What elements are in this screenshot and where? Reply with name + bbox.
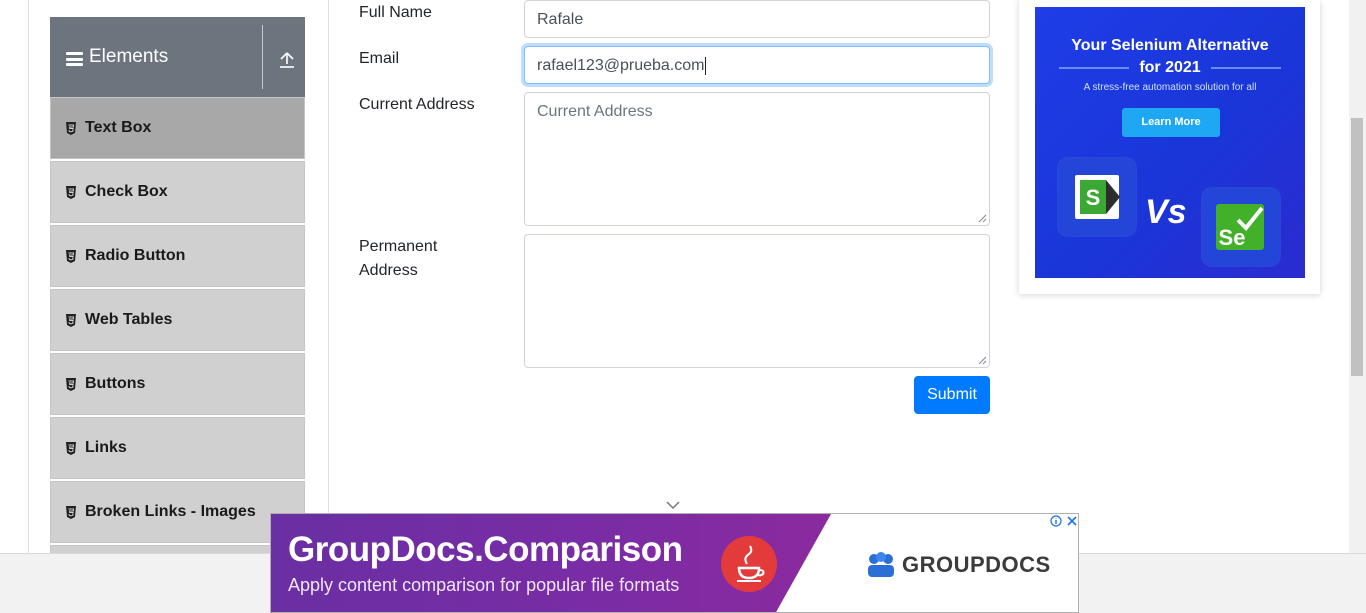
sidebar-item-label: Check Box <box>85 183 168 200</box>
groupdocs-logo-icon <box>868 552 894 577</box>
email-input[interactable]: rafael123@prueba.com <box>524 46 990 84</box>
html5-icon <box>66 505 76 519</box>
sidebar-item-broken-links[interactable]: Broken Links - Images <box>50 481 305 543</box>
selenium-logo-tile: Se <box>1202 188 1280 266</box>
java-icon <box>721 536 777 592</box>
email-value: rafael123@prueba.com <box>537 57 705 74</box>
text-caret <box>705 56 707 75</box>
permanent-address-textarea[interactable] <box>524 234 990 368</box>
sidebar-item-label: Text Box <box>85 119 152 136</box>
sidebar-item-label: Radio Button <box>85 247 186 264</box>
collapse-up-icon[interactable] <box>279 51 295 69</box>
sidebar-item-text-box[interactable]: Text Box <box>50 97 305 159</box>
vs-text: Vs <box>1145 193 1187 231</box>
scrollbar-thumb[interactable] <box>1351 118 1363 376</box>
current-address-placeholder: Current Address <box>537 103 653 120</box>
permanent-address-label: Permanent Address <box>359 235 437 283</box>
full-name-input[interactable]: Rafale <box>524 0 990 38</box>
sidebar-item-label: Links <box>85 439 127 456</box>
ad-headline: Your Selenium Alternative for 2021 <box>1035 35 1305 79</box>
html5-icon <box>66 185 76 199</box>
side-ad-banner[interactable]: Your Selenium Alternative for 2021 A str… <box>1035 7 1305 278</box>
sidebar-item-label: Broken Links - Images <box>85 503 256 520</box>
page: Elements Text Box Check Box Radio Button… <box>0 0 1366 613</box>
sidebar-item-label: Buttons <box>85 375 146 392</box>
ad-close-icon[interactable] <box>1065 514 1078 528</box>
html5-icon <box>66 441 76 455</box>
email-label: Email <box>359 50 400 67</box>
chevron-down-icon[interactable] <box>666 500 680 510</box>
learn-more-button[interactable]: Learn More <box>1122 108 1220 137</box>
sidebar-item-web-tables[interactable]: Web Tables <box>50 289 305 351</box>
selenium-letters: Se <box>1219 225 1246 250</box>
groupdocs-brand-text: GROUPDOCS <box>902 552 1051 577</box>
katalon-logo-icon: S <box>1075 175 1120 219</box>
sidebar-item-radio-button[interactable]: Radio Button <box>50 225 305 287</box>
groupdocs-brand: GROUPDOCS <box>866 552 1051 578</box>
sidebar-item-partial[interactable] <box>50 545 305 553</box>
elements-group-header[interactable]: Elements <box>50 17 305 97</box>
ad-controls <box>1049 514 1078 529</box>
permanent-address-label-line1: Permanent <box>359 238 438 255</box>
html5-icon <box>66 313 76 327</box>
html5-icon <box>66 249 76 263</box>
resize-handle-icon[interactable] <box>978 214 987 223</box>
ad-headline-line1: Your Selenium Alternative <box>1071 37 1269 54</box>
hamburger-icon <box>66 52 83 66</box>
html5-icon <box>66 121 76 135</box>
left-border <box>28 0 29 553</box>
selenium-logo-icon: Se <box>1216 204 1264 250</box>
sidebar: Elements Text Box Check Box Radio Button… <box>50 17 305 553</box>
html5-icon <box>66 377 76 391</box>
submit-button[interactable]: Submit <box>914 376 990 414</box>
current-address-label: Current Address <box>359 96 475 113</box>
ad-headline-line2: for 2021 <box>1139 59 1201 76</box>
header-divider <box>262 25 263 89</box>
current-address-textarea[interactable]: Current Address <box>524 92 990 226</box>
bottom-ad-banner[interactable]: GroupDocs.Comparison Apply content compa… <box>270 513 1079 613</box>
sidebar-item-label: Web Tables <box>85 311 173 328</box>
bottom-ad-title: GroupDocs.Comparison <box>288 530 683 569</box>
content-divider <box>328 0 329 553</box>
group-title: Elements <box>89 46 169 67</box>
bottom-ad-subtitle: Apply content comparison for popular fil… <box>288 575 680 595</box>
full-name-value: Rafale <box>537 11 584 28</box>
permanent-address-label-line2: Address <box>359 262 418 279</box>
ad-subtitle: A stress-free automation solution for al… <box>1083 82 1257 93</box>
katalon-logo-tile: S <box>1058 158 1136 236</box>
resize-handle-icon[interactable] <box>978 356 987 365</box>
sidebar-item-check-box[interactable]: Check Box <box>50 161 305 223</box>
sidebar-item-links[interactable]: Links <box>50 417 305 479</box>
sidebar-item-buttons[interactable]: Buttons <box>50 353 305 415</box>
full-name-label: Full Name <box>359 4 432 21</box>
java-cup-icon <box>737 545 765 582</box>
katalon-letter: S <box>1086 185 1101 210</box>
ad-info-icon[interactable] <box>1049 514 1063 528</box>
